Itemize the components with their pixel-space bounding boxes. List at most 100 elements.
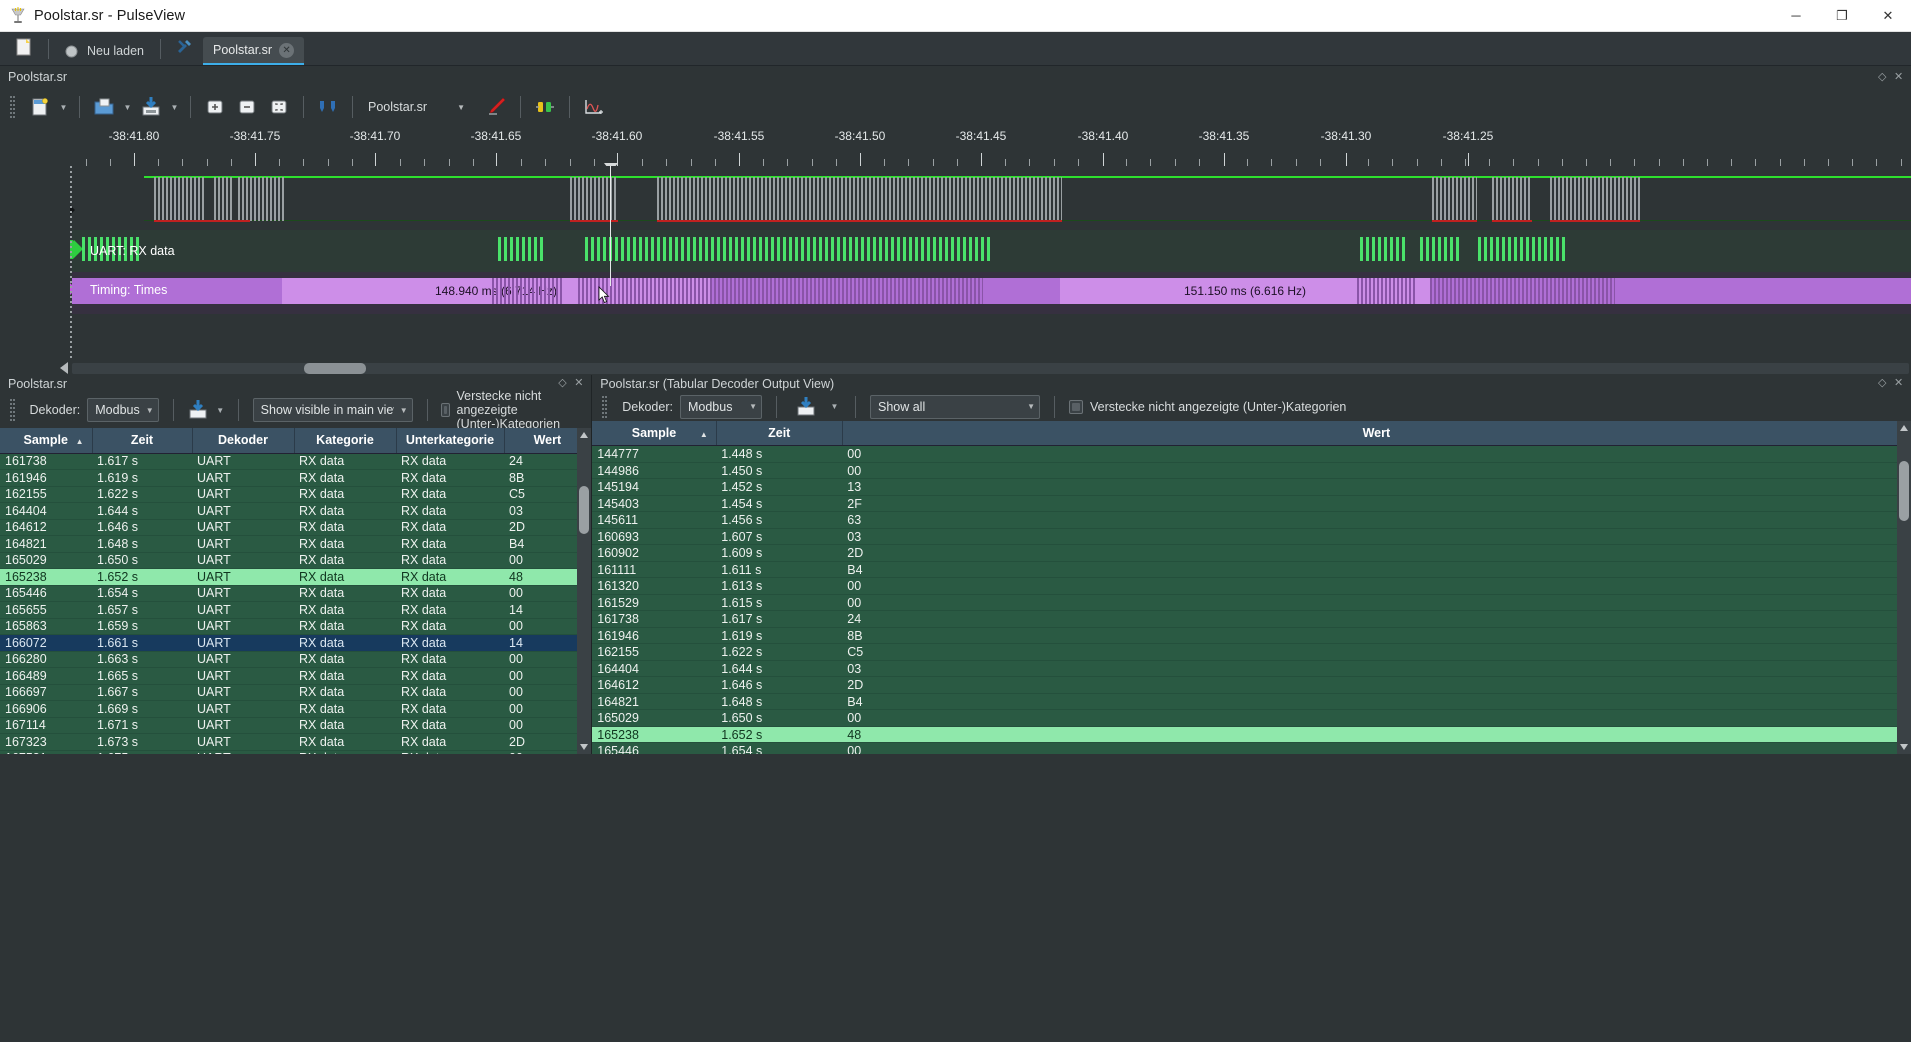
- table-row[interactable]: 161529 1.615 s 00: [592, 594, 1911, 612]
- table-row[interactable]: 144777 1.448 s 00: [592, 445, 1911, 463]
- right-decoder-select[interactable]: Modbus ▼: [679, 394, 762, 419]
- window-controls[interactable]: ─ ❐ ✕: [1773, 0, 1911, 32]
- table-row[interactable]: 165029 1.650 s UART RX data RX data 00: [0, 552, 591, 570]
- new-file-icon[interactable]: [25, 93, 55, 121]
- table-header-kategorie[interactable]: Kategorie: [294, 428, 397, 454]
- table-row[interactable]: 165446 1.654 s 00: [592, 742, 1911, 754]
- left-decoder-select[interactable]: Modbus ▼: [87, 398, 159, 423]
- table-row[interactable]: 164612 1.646 s 2D: [592, 676, 1911, 694]
- table-header-dekoder[interactable]: Dekoder: [192, 428, 295, 454]
- table-row[interactable]: 160902 1.609 s 2D: [592, 544, 1911, 562]
- scroll-up-arrow[interactable]: [1900, 424, 1908, 431]
- table-row[interactable]: 166072 1.661 s UART RX data RX data 14: [0, 634, 591, 652]
- table-row[interactable]: 165655 1.657 s UART RX data RX data 14: [0, 601, 591, 619]
- table-header-zeit[interactable]: Zeit: [92, 428, 193, 454]
- trace-area[interactable]: D0 Modbus UART: RX data 148.940 ms (6.71…: [0, 166, 1911, 361]
- table-row[interactable]: 164404 1.644 s UART RX data RX data 03: [0, 502, 591, 520]
- table-row[interactable]: 164821 1.648 s B4: [592, 693, 1911, 711]
- table-row[interactable]: 166906 1.669 s UART RX data RX data 00: [0, 700, 591, 718]
- scroll-thumb[interactable]: [1899, 460, 1909, 521]
- float-icon[interactable]: ◇: [1878, 71, 1887, 82]
- new-session-icon[interactable]: [9, 34, 39, 60]
- table-row[interactable]: 161111 1.611 s B4: [592, 561, 1911, 579]
- session-tab-poolstar[interactable]: Poolstar.sr ✕: [203, 37, 305, 65]
- table-row[interactable]: 144986 1.450 s 00: [592, 462, 1911, 480]
- right-table-wrapper[interactable]: Sample ▲ Zeit Wert 144777 1.448 s 00 144986 1.4…: [592, 420, 1911, 754]
- table-row[interactable]: 165029 1.650 s 00: [592, 709, 1911, 727]
- zoom-out-icon[interactable]: [232, 93, 262, 121]
- table-header-wert[interactable]: Wert: [842, 420, 1911, 447]
- table-row[interactable]: 162155 1.622 s C5: [592, 643, 1911, 661]
- close-icon[interactable]: ✕: [574, 378, 583, 389]
- right-table-body[interactable]: 144777 1.448 s 00 144986 1.450 s 00 145194 1.45…: [592, 445, 1911, 754]
- table-row[interactable]: 165238 1.652 s UART RX data RX data 48: [0, 568, 591, 586]
- table-row[interactable]: 167323 1.673 s UART RX data RX data 2D: [0, 733, 591, 751]
- left-toolbar-grip[interactable]: [10, 399, 15, 422]
- left-hide-categories-checkbox[interactable]: [441, 403, 450, 418]
- table-row[interactable]: 160693 1.607 s 03: [592, 528, 1911, 546]
- table-row[interactable]: 161946 1.619 s UART RX data RX data 8B: [0, 469, 591, 487]
- close-button[interactable]: ✕: [1865, 0, 1911, 32]
- left-table-body[interactable]: 161738 1.617 s UART RX data RX data 24 161946 1…: [0, 453, 591, 754]
- scroll-down-arrow[interactable]: [1900, 744, 1908, 750]
- time-ruler[interactable]: -38:41.80 -38:41.75 -38:41.70 -38:41.65 -38:…: [0, 126, 1911, 172]
- table-row[interactable]: 167114 1.671 s UART RX data RX data 00: [0, 717, 591, 735]
- toolbar-grip[interactable]: [10, 96, 15, 118]
- table-row[interactable]: 1675311.675 sUARTRX dataRX data00: [0, 750, 591, 754]
- scroll-up-arrow[interactable]: [580, 432, 589, 439]
- open-folder-icon[interactable]: [89, 93, 119, 121]
- scroll-thumb[interactable]: [304, 362, 366, 374]
- right-hide-categories-checkbox[interactable]: [1068, 399, 1083, 414]
- add-decoder-icon[interactable]: [579, 93, 609, 121]
- new-file-menu-arrow[interactable]: ▼: [57, 103, 70, 112]
- table-row[interactable]: 164612 1.646 s UART RX data RX data 2D: [0, 519, 591, 537]
- open-folder-menu-arrow[interactable]: ▼: [121, 103, 134, 112]
- table-row[interactable]: 161738 1.617 s 24: [592, 610, 1911, 628]
- left-table-header-row[interactable]: Sample ▲ Zeit Dekoder Kategorie Unterkategori…: [0, 428, 592, 454]
- table-row[interactable]: 161320 1.613 s 00: [592, 577, 1911, 595]
- table-row[interactable]: 161738 1.617 s UART RX data RX data 24: [0, 453, 591, 471]
- table-row[interactable]: 145194 1.452 s 13: [592, 478, 1911, 496]
- left-view-filter-select[interactable]: Show visible in main view ▼: [252, 398, 413, 423]
- trigger-icon[interactable]: [530, 93, 560, 121]
- table-row[interactable]: 161946 1.619 s 8B: [592, 627, 1911, 645]
- table-row[interactable]: 162155 1.622 s UART RX data RX data C5: [0, 486, 591, 504]
- save-table-menu-arrow[interactable]: ▼: [216, 406, 224, 415]
- close-icon[interactable]: ✕: [1894, 378, 1903, 389]
- right-decoder-table[interactable]: Sample ▲ Zeit Wert 144777 1.448 s 00 144986 1.4…: [592, 420, 1911, 754]
- table-header-zeit[interactable]: Zeit: [716, 420, 843, 447]
- save-table-icon[interactable]: [791, 393, 821, 421]
- scroll-left-arrow[interactable]: [60, 362, 68, 374]
- tools-icon[interactable]: [170, 34, 200, 60]
- save-table-menu-arrow[interactable]: ▼: [828, 402, 841, 411]
- table-row[interactable]: 166280 1.663 s UART RX data RX data 00: [0, 651, 591, 669]
- device-selector-arrow[interactable]: ▼: [457, 103, 465, 112]
- left-table-wrapper[interactable]: Sample ▲ Zeit Dekoder Kategorie Unterkategori…: [0, 428, 592, 754]
- table-row[interactable]: 165446 1.654 s UART RX data RX data 00: [0, 585, 591, 603]
- cursors-icon[interactable]: [313, 93, 343, 121]
- table-row[interactable]: 164404 1.644 s 03: [592, 660, 1911, 678]
- table-row[interactable]: 165863 1.659 s UART RX data RX data 00: [0, 618, 591, 636]
- table-header-unterkategorie[interactable]: Unterkategorie: [396, 428, 505, 454]
- zoom-fit-icon[interactable]: [264, 93, 294, 121]
- right-table-scrollbar[interactable]: [1897, 420, 1911, 754]
- left-decoder-table[interactable]: Sample ▲ Zeit Dekoder Kategorie Unterkategori…: [0, 428, 592, 754]
- record-pen-icon[interactable]: [481, 93, 511, 121]
- maximize-button[interactable]: ❐: [1819, 0, 1865, 32]
- float-icon[interactable]: ◇: [1878, 378, 1887, 389]
- left-table-scrollbar[interactable]: [577, 428, 592, 754]
- table-row[interactable]: 166697 1.667 s UART RX data RX data 00: [0, 684, 591, 702]
- table-row[interactable]: 165238 1.652 s 48: [592, 726, 1911, 744]
- device-selector[interactable]: Poolstar.sr ▼: [362, 100, 471, 114]
- right-toolbar-grip[interactable]: [602, 395, 608, 418]
- table-row[interactable]: 145403 1.454 s 2F: [592, 495, 1911, 513]
- right-table-header-row[interactable]: Sample ▲ Zeit Wert: [592, 420, 1911, 447]
- table-header-sample[interactable]: Sample ▲: [0, 428, 93, 454]
- float-icon[interactable]: ◇: [558, 378, 567, 389]
- right-view-filter-select[interactable]: Show all ▼: [869, 394, 1040, 419]
- save-table-icon[interactable]: [187, 396, 209, 424]
- table-header-sample[interactable]: Sample ▲: [592, 420, 717, 447]
- main-horizontal-scrollbar[interactable]: [0, 361, 1911, 375]
- table-row[interactable]: 164821 1.648 s UART RX data RX data B4: [0, 535, 591, 553]
- table-row[interactable]: 166489 1.665 s UART RX data RX data 00: [0, 667, 591, 685]
